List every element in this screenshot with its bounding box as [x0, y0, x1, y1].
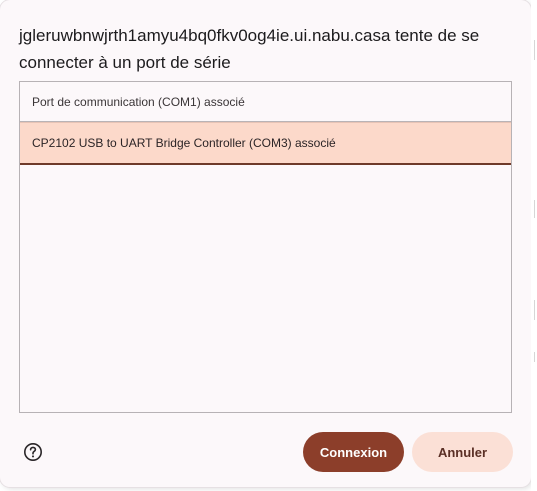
dialog-title: jgleruwbnwjrth1amyu4bq0fkv0og4ie.ui.nabu… [19, 26, 480, 72]
connect-button[interactable]: Connexion [303, 432, 404, 472]
port-list[interactable]: Port de communication (COM1) associé CP2… [19, 81, 512, 413]
edge-mark [534, 300, 535, 320]
edge-mark [534, 200, 535, 218]
edge-mark [534, 352, 535, 362]
port-list-item-com1[interactable]: Port de communication (COM1) associé [20, 82, 511, 122]
port-list-item-com3[interactable]: CP2102 USB to UART Bridge Controller (CO… [20, 122, 511, 165]
port-label: Port de communication (COM1) associé [32, 94, 245, 109]
cancel-button[interactable]: Annuler [412, 432, 513, 472]
help-circle-icon[interactable] [23, 442, 43, 462]
serial-port-dialog: jgleruwbnwjrth1amyu4bq0fkv0og4ie.ui.nabu… [0, 0, 531, 487]
edge-mark [534, 40, 535, 60]
port-label: CP2102 USB to UART Bridge Controller (CO… [32, 136, 336, 150]
window-edge [531, 0, 537, 491]
